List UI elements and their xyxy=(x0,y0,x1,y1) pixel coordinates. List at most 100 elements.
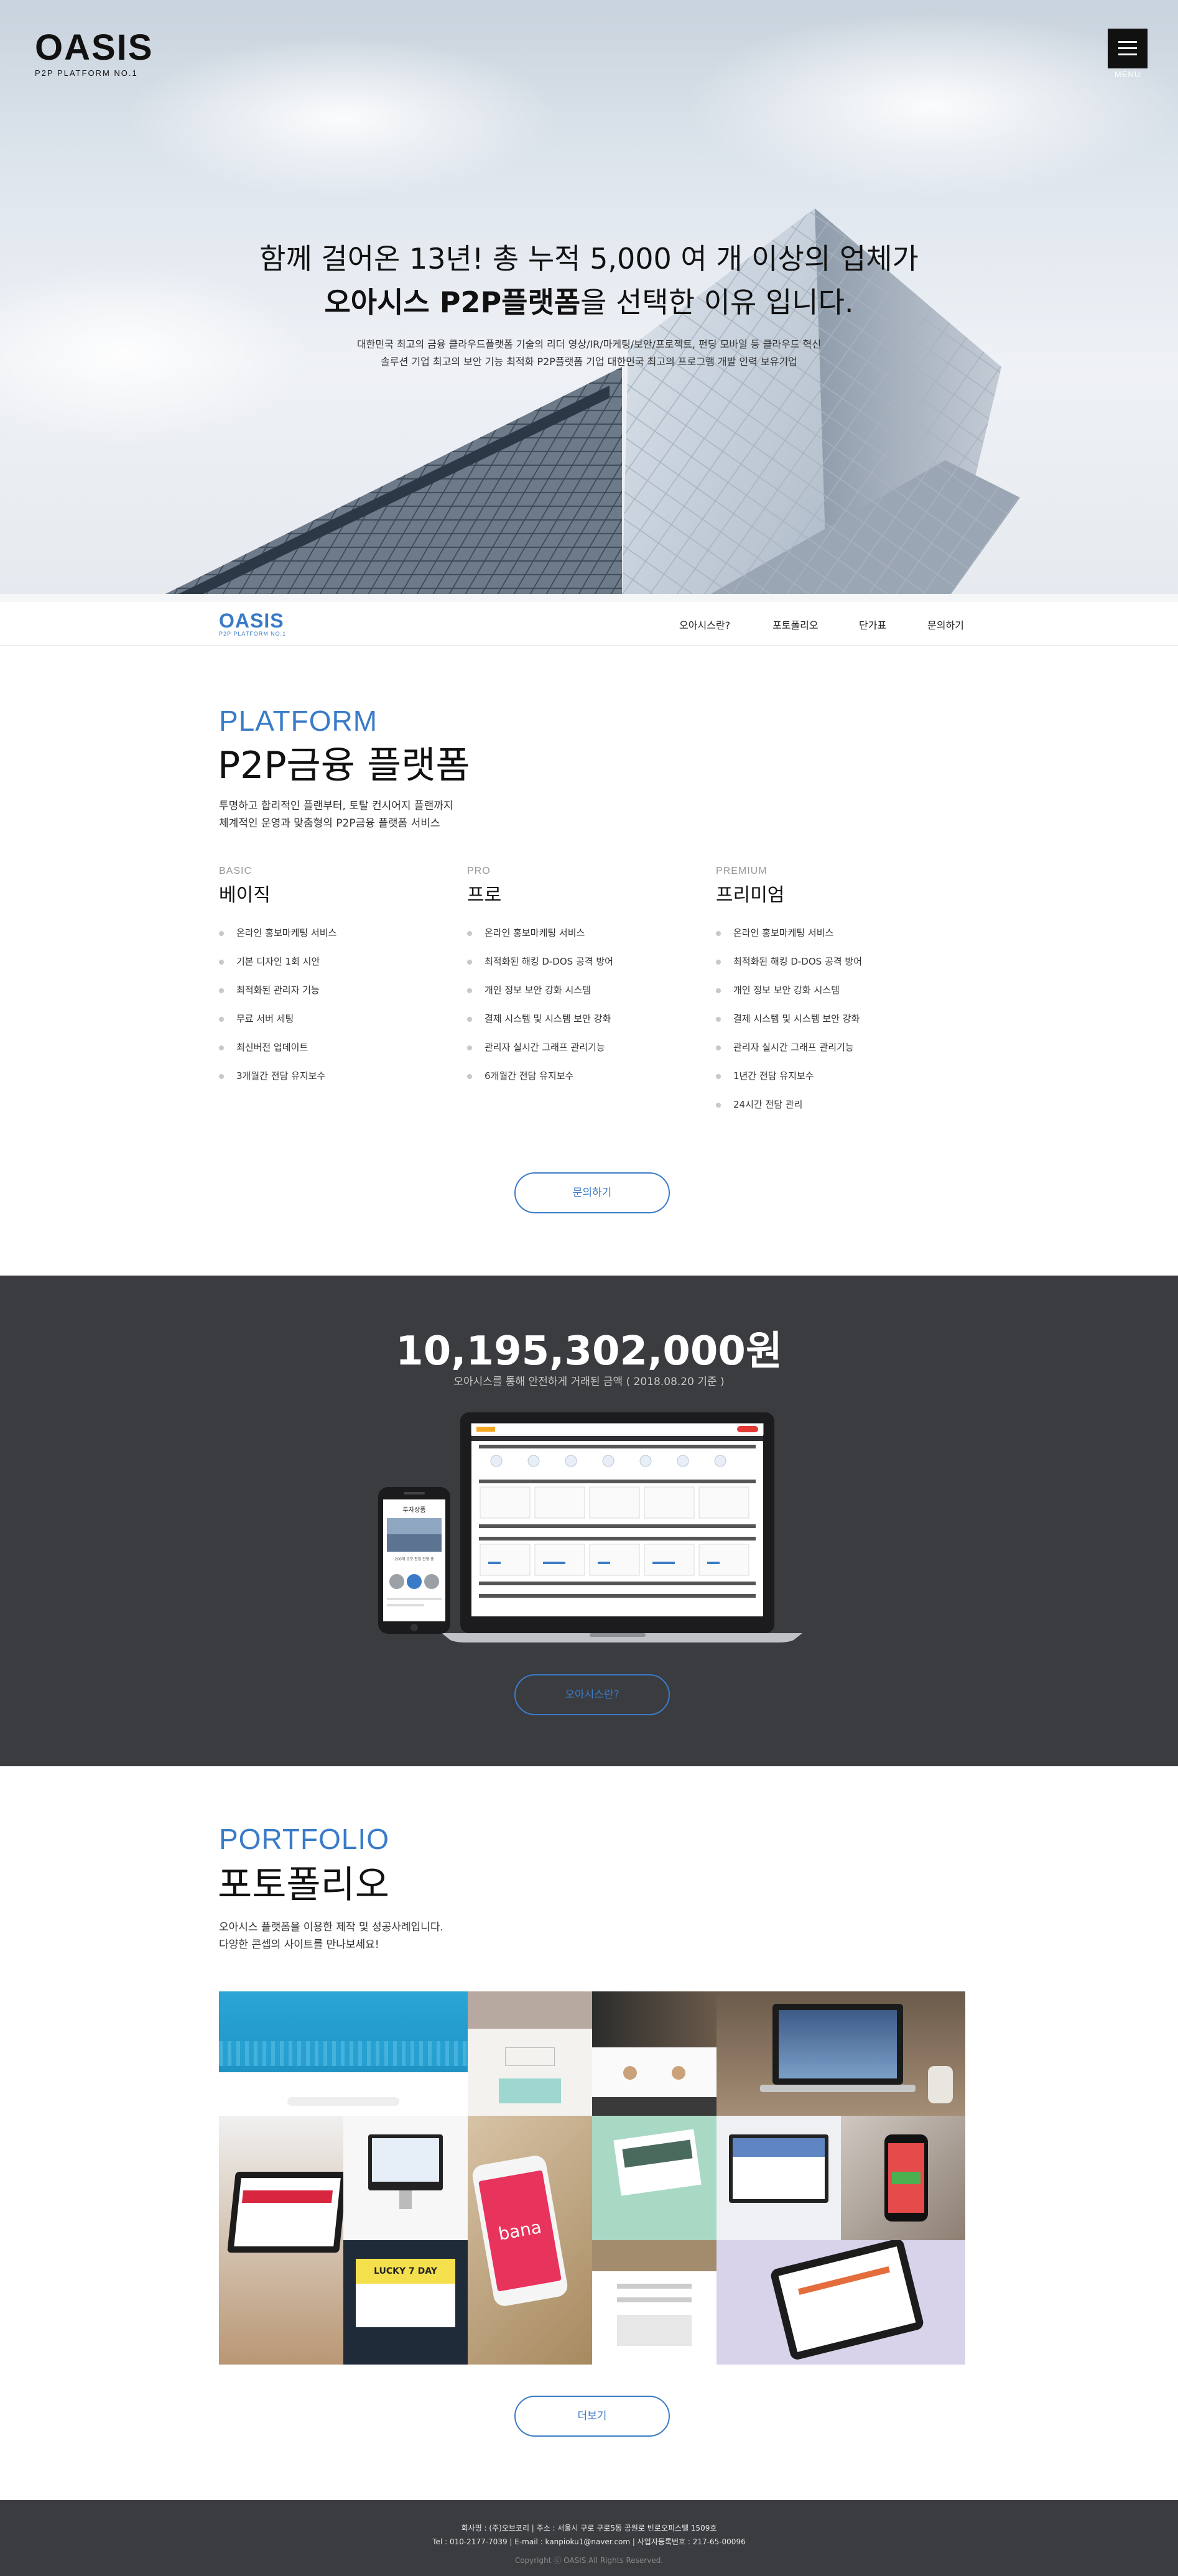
plan-feature: 3개월간 전담 유지보수 xyxy=(219,1070,455,1098)
portfolio-tile[interactable] xyxy=(592,2116,717,2240)
portfolio-kor-title: 포토폴리오 xyxy=(218,1863,389,1907)
footer-company-info: 회사명 : (주)오브코리 | 주소 : 서울시 구로 구로5동 공원로 빈로오… xyxy=(461,2524,717,2532)
platform-description: 투명하고 합리적인 플랜부터, 토탈 컨시어지 플랜까지 체계적인 운영과 맞춤… xyxy=(219,797,453,832)
tile-avatar xyxy=(672,2066,685,2080)
portfolio-eng-title: PORTFOLIO xyxy=(219,1823,389,1855)
plan-en: PREMIUM xyxy=(716,866,768,876)
portfolio-desc-line1: 오아시스 플랫폼을 이용한 제작 및 성공사례입니다. xyxy=(219,1921,443,1934)
nav-logo-tagline: P2P PLATFORM NO.1 xyxy=(219,631,287,637)
plan-features: 온라인 홍보마케팅 서비스 기본 디자인 1회 시안 최적화된 관리자 기능 무… xyxy=(219,927,455,1098)
nav-item-portfolio[interactable]: 포토폴리오 xyxy=(772,617,819,632)
tile-banner xyxy=(733,2138,825,2157)
tile-photo xyxy=(592,1991,717,2047)
total-amount: 10,195,302,000원 xyxy=(396,1328,782,1374)
tile-block xyxy=(617,2315,692,2346)
portfolio-tile[interactable] xyxy=(841,2116,965,2240)
plan-premium: PREMIUM 프리미엄 온라인 홍보마케팅 서비스 최적화된 해킹 D-DOS… xyxy=(716,866,952,1127)
about-oasis-button[interactable]: 오아시스란? xyxy=(514,1674,670,1715)
phone-caption: 200억 규모 펀딩 진행 중 xyxy=(394,1557,434,1562)
hero-title-line1: 함께 걸어온 13년! 총 누적 5,000 여 개 이상의 업체가 xyxy=(259,242,919,276)
tile-line xyxy=(617,2297,692,2302)
tile-stand xyxy=(399,2190,412,2209)
portfolio-desc-line2: 다양한 콘셉의 사이트를 만나보세요! xyxy=(219,1939,379,1951)
footer-contact-info: Tel : 010-2177-7039 | E-mail : kanpioku1… xyxy=(432,2537,746,2546)
plan-feature: 개인 정보 보안 강화 시스템 xyxy=(716,984,952,1012)
hero-desc-line1: 대한민국 최고의 금융 클라우드플랫폼 기술의 리더 영상/IR/마케팅/보안/… xyxy=(356,338,822,350)
menu-button[interactable] xyxy=(1108,29,1148,68)
nav-item-about[interactable]: 오아시스란? xyxy=(679,617,730,632)
plan-pro: PRO 프로 온라인 홍보마케팅 서비스 최적화된 해킹 D-DOS 공격 방어… xyxy=(467,866,703,1098)
plan-feature: 무료 서버 세팅 xyxy=(219,1012,455,1041)
portfolio-tile[interactable] xyxy=(717,1991,965,2116)
plan-feature: 최적화된 해킹 D-DOS 공격 방어 xyxy=(467,955,703,984)
hamburger-icon-bar xyxy=(1118,47,1137,49)
tile-phone-ui xyxy=(892,2172,921,2184)
plan-feature: 최적화된 관리자 기능 xyxy=(219,984,455,1012)
footer-copyright: Copyright ⓒ OASIS All Rights Reserved. xyxy=(514,2556,664,2565)
hero-logo[interactable]: OASIS P2P PLATFORM NO.1 xyxy=(35,30,154,78)
plan-feature: 최신버전 업데이트 xyxy=(219,1041,455,1070)
device-mockup: 투자상품 200억 규모 펀딩 진행 중 xyxy=(378,1412,802,1642)
plan-ko: 프리미엄 xyxy=(716,884,785,906)
total-amount-caption: 오아시스를 통해 안전하게 거래된 금액 ( 2018.08.20 기준 ) xyxy=(453,1376,725,1388)
hero-desc-line2: 솔루션 기업 최고의 보안 기능 최적화 P2P플랫폼 기업 대한민국 최고의 … xyxy=(381,356,797,368)
hero-title-line2: 오아시스 P2P플랫폼을 선택한 이유 입니다. xyxy=(0,280,1178,321)
tile-lucky-banner: LUCKY 7 DAY xyxy=(356,2259,455,2284)
tile-laptop-base xyxy=(760,2085,916,2092)
plan-ko: 프로 xyxy=(467,884,502,906)
plan-feature: 개인 정보 보안 강화 시스템 xyxy=(467,984,703,1012)
tile-box xyxy=(505,2047,555,2066)
tile-cup xyxy=(928,2066,953,2103)
tile-banner xyxy=(241,2190,333,2203)
plan-feature: 6개월간 전담 유지보수 xyxy=(467,1070,703,1098)
portfolio-tile[interactable] xyxy=(592,2240,717,2365)
portfolio-tile[interactable]: LUCKY 7 DAY xyxy=(343,2240,468,2365)
tile-photo xyxy=(468,1991,592,2029)
nav-item-contact[interactable]: 문의하기 xyxy=(927,617,964,632)
main-nav: OASIS P2P PLATFORM NO.1 오아시스란? 포토폴리오 단가표… xyxy=(0,602,1178,646)
tile-tablet-screen xyxy=(778,2246,916,2352)
contact-button[interactable]: 문의하기 xyxy=(514,1172,670,1213)
portfolio-tile[interactable] xyxy=(468,1991,592,2116)
more-button[interactable]: 더보기 xyxy=(514,2396,670,2437)
footer: 회사명 : (주)오브코리 | 주소 : 서울시 구로 구로5동 공원로 빈로오… xyxy=(0,2500,1178,2576)
portfolio-description: 오아시스 플랫폼을 이용한 제작 및 성공사례입니다. 다양한 콘셉의 사이트를… xyxy=(219,1919,443,1953)
plan-feature: 결제 시스템 및 시스템 보안 강화 xyxy=(467,1012,703,1041)
plan-feature: 관리자 실시간 그래프 관리기능 xyxy=(716,1041,952,1070)
portfolio-tile[interactable] xyxy=(343,2116,468,2240)
portfolio-tile[interactable] xyxy=(717,2116,841,2240)
portfolio-tile[interactable] xyxy=(219,1991,468,2116)
nav-logo-wordmark: OASIS xyxy=(219,609,284,632)
plan-feature: 온라인 홍보마케팅 서비스 xyxy=(467,927,703,955)
tile-line xyxy=(617,2284,692,2289)
hero-description: 대한민국 최고의 금융 클라우드플랫폼 기술의 리더 영상/IR/마케팅/보안/… xyxy=(0,336,1178,371)
plan-feature: 1년간 전담 유지보수 xyxy=(716,1070,952,1098)
portfolio-tile[interactable] xyxy=(592,1991,717,2116)
tile-photo xyxy=(592,2240,717,2271)
plan-feature: 온라인 홍보마케팅 서비스 xyxy=(716,927,952,955)
tile-screen xyxy=(779,2010,897,2078)
stats-section: 10,195,302,000원 오아시스를 통해 안전하게 거래된 금액 ( 2… xyxy=(0,1276,1178,1766)
platform-eng-title: PLATFORM xyxy=(219,705,378,737)
portfolio-tile[interactable] xyxy=(717,2240,965,2365)
platform-desc-line2: 체계적인 운영과 맞춤형의 P2P금융 플랫폼 서비스 xyxy=(219,817,440,830)
tile-searchbar xyxy=(287,2097,399,2106)
nav-item-price[interactable]: 단가표 xyxy=(859,617,886,632)
portfolio-tile[interactable] xyxy=(219,2116,343,2365)
nav-logo[interactable]: OASIS P2P PLATFORM NO.1 xyxy=(219,611,286,637)
plan-feature: 기본 디자인 1회 시안 xyxy=(219,955,455,984)
plan-feature: 최적화된 해킹 D-DOS 공격 방어 xyxy=(716,955,952,984)
logo-wordmark: OASIS xyxy=(35,27,154,68)
platform-kor-title: P2P금융 플랫폼 xyxy=(218,744,470,787)
plan-features: 온라인 홍보마케팅 서비스 최적화된 해킹 D-DOS 공격 방어 개인 정보 … xyxy=(716,927,952,1127)
tile-screen xyxy=(234,2178,341,2246)
plan-ko: 베이직 xyxy=(219,884,271,906)
plan-feature: 24시간 전담 관리 xyxy=(716,1098,952,1127)
tile-footer xyxy=(592,2097,717,2116)
plan-feature: 온라인 홍보마케팅 서비스 xyxy=(219,927,455,955)
tile-skyline xyxy=(219,2041,468,2066)
plan-feature: 결제 시스템 및 시스템 보안 강화 xyxy=(716,1012,952,1041)
portfolio-tile[interactable]: bana xyxy=(468,2116,592,2365)
hamburger-icon-bar xyxy=(1118,53,1137,55)
hero-title-bold: 오아시스 P2P플랫폼 xyxy=(324,285,581,319)
